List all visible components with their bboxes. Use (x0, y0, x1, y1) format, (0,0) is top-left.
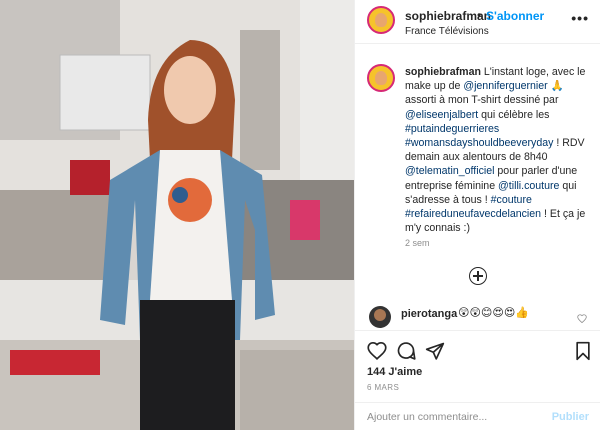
post-caption: sophiebrafman L'instant loge, avec le ma… (405, 65, 591, 235)
caption-mention-link[interactable]: #couture (491, 194, 532, 206)
more-options-icon[interactable]: ••• (571, 10, 589, 26)
caption-text: qui célèbre les (478, 108, 550, 121)
add-comment-bar: Publier (355, 402, 600, 430)
caption-section: sophiebrafman L'instant loge, avec le ma… (355, 44, 600, 298)
comment-icon[interactable] (396, 341, 416, 366)
comment-text: 😲😲😊😍😍👍 (458, 306, 530, 319)
caption-mention-link[interactable]: @tilli.couture (498, 180, 559, 192)
post-location[interactable]: France Télévisions (405, 26, 489, 37)
post-date: 6 MARS (367, 383, 400, 392)
caption-mention-link[interactable]: #putaindeguerrieres (405, 123, 499, 135)
publish-button[interactable]: Publier (552, 411, 589, 423)
post-image[interactable] (0, 0, 354, 430)
share-icon[interactable] (425, 341, 445, 366)
comment-row: pierotanga 😲😲😊😍😍👍 (355, 298, 600, 328)
post-photo-illustration (0, 0, 354, 430)
header-separator: • (477, 8, 482, 22)
comment-like-heart-icon[interactable] (577, 310, 587, 328)
heart-icon[interactable] (367, 341, 387, 365)
caption-mention-link[interactable]: @jenniferguernier (463, 80, 547, 92)
caption-mention-link[interactable]: #womansdayshouldbeeveryday (405, 137, 553, 149)
caption-mention-link[interactable]: @telematin_officiel (405, 165, 494, 177)
bookmark-icon[interactable] (575, 341, 591, 366)
follow-button[interactable]: S'abonner (486, 9, 544, 23)
likes-count[interactable]: 144 J'aime (367, 366, 422, 378)
author-avatar[interactable] (367, 6, 395, 34)
caption-avatar[interactable] (367, 64, 395, 92)
comment-input[interactable] (367, 409, 547, 425)
post-header: sophiebrafman • S'abonner France Télévis… (355, 0, 600, 44)
post-sidebar: sophiebrafman • S'abonner France Télévis… (354, 0, 600, 430)
commenter-avatar[interactable] (369, 306, 391, 328)
caption-username[interactable]: sophiebrafman (405, 66, 481, 78)
comment-username[interactable]: pierotanga (401, 308, 457, 320)
load-more-comments-icon[interactable] (469, 267, 487, 285)
caption-time: 2 sem (405, 238, 430, 248)
caption-mention-link[interactable]: @eliseenjalbert (405, 109, 478, 121)
caption-mention-link[interactable]: #refaireduneufavecdelancien (405, 208, 541, 220)
action-bar: 144 J'aime 6 MARS (355, 330, 600, 400)
